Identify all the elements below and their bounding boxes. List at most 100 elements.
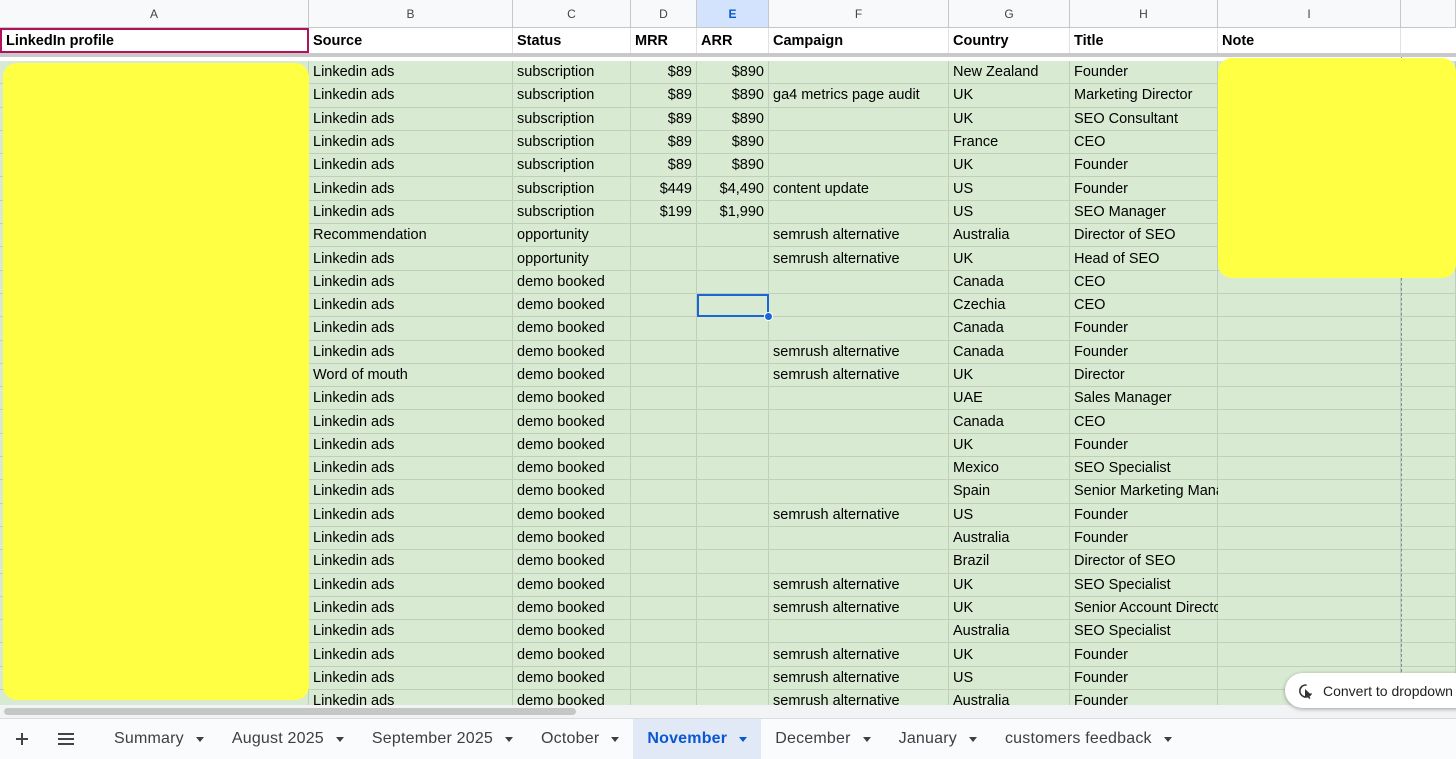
- table-cell[interactable]: Linkedin ads: [309, 270, 513, 294]
- table-cell[interactable]: Linkedin ads: [309, 387, 513, 411]
- table-cell[interactable]: [631, 643, 697, 667]
- table-cell[interactable]: UK: [949, 363, 1070, 388]
- sheet-tab[interactable]: September 2025: [358, 719, 527, 759]
- table-cell[interactable]: [769, 270, 949, 294]
- table-cell[interactable]: demo booked: [513, 480, 631, 504]
- table-cell[interactable]: [1218, 620, 1401, 644]
- table-cell[interactable]: Canada: [949, 410, 1070, 434]
- table-cell[interactable]: subscription: [513, 61, 631, 85]
- table-cell[interactable]: [769, 130, 949, 155]
- table-cell[interactable]: [1218, 293, 1401, 318]
- table-cell[interactable]: SEO Specialist: [1070, 573, 1218, 597]
- table-cell[interactable]: semrush alternative: [769, 666, 949, 691]
- table-cell[interactable]: Spain: [949, 480, 1070, 504]
- table-cell[interactable]: semrush alternative: [769, 596, 949, 621]
- sheet-tab[interactable]: customers feedback: [991, 719, 1186, 759]
- table-cell[interactable]: subscription: [513, 200, 631, 225]
- table-cell[interactable]: [769, 154, 949, 178]
- table-cell[interactable]: semrush alternative: [769, 224, 949, 248]
- table-cell[interactable]: demo booked: [513, 387, 631, 411]
- table-cell[interactable]: [697, 224, 769, 248]
- table-cell[interactable]: subscription: [513, 84, 631, 108]
- table-cell[interactable]: [697, 573, 769, 597]
- table-cell[interactable]: Brazil: [949, 550, 1070, 574]
- table-cell[interactable]: [1401, 643, 1456, 667]
- table-cell[interactable]: [697, 503, 769, 527]
- table-cell[interactable]: [631, 340, 697, 364]
- table-cell[interactable]: subscription: [513, 154, 631, 178]
- table-cell[interactable]: semrush alternative: [769, 247, 949, 271]
- table-cell[interactable]: semrush alternative: [769, 643, 949, 667]
- table-cell[interactable]: [697, 620, 769, 644]
- table-cell[interactable]: [1218, 410, 1401, 434]
- table-cell[interactable]: demo booked: [513, 643, 631, 667]
- table-cell[interactable]: [631, 363, 697, 388]
- table-cell[interactable]: [631, 410, 697, 434]
- table-cell[interactable]: [1401, 340, 1456, 364]
- table-cell[interactable]: $89: [631, 130, 697, 155]
- table-cell[interactable]: Canada: [949, 317, 1070, 341]
- table-cell[interactable]: [769, 200, 949, 225]
- table-cell[interactable]: [631, 550, 697, 574]
- horizontal-scrollbar[interactable]: [0, 705, 1456, 718]
- column-header-h[interactable]: H: [1070, 0, 1218, 28]
- table-cell[interactable]: Australia: [949, 224, 1070, 248]
- table-cell[interactable]: Linkedin ads: [309, 317, 513, 341]
- table-cell[interactable]: [769, 61, 949, 85]
- table-cell[interactable]: [769, 550, 949, 574]
- column-header-c[interactable]: C: [513, 0, 631, 28]
- table-cell[interactable]: [631, 457, 697, 481]
- table-cell[interactable]: [769, 293, 949, 318]
- table-cell[interactable]: [1401, 526, 1456, 551]
- table-cell[interactable]: [1218, 526, 1401, 551]
- table-cell[interactable]: [769, 317, 949, 341]
- table-cell[interactable]: [769, 480, 949, 504]
- table-cell[interactable]: demo booked: [513, 410, 631, 434]
- table-cell[interactable]: Founder: [1070, 317, 1218, 341]
- table-cell[interactable]: [697, 433, 769, 458]
- table-cell[interactable]: Recommendation: [309, 224, 513, 248]
- chevron-down-icon[interactable]: [611, 736, 620, 742]
- table-cell[interactable]: [697, 387, 769, 411]
- table-cell[interactable]: [1218, 550, 1401, 574]
- table-cell[interactable]: $89: [631, 61, 697, 85]
- table-cell[interactable]: SEO Consultant: [1070, 107, 1218, 131]
- table-cell[interactable]: $890: [697, 154, 769, 178]
- table-cell[interactable]: Founder: [1070, 666, 1218, 691]
- table-cell[interactable]: [1218, 433, 1401, 458]
- table-cell[interactable]: [697, 526, 769, 551]
- table-cell[interactable]: $890: [697, 107, 769, 131]
- table-cell[interactable]: Canada: [949, 340, 1070, 364]
- column-header-g[interactable]: G: [949, 0, 1070, 28]
- table-cell[interactable]: [631, 293, 697, 318]
- table-cell[interactable]: opportunity: [513, 247, 631, 271]
- table-cell[interactable]: US: [949, 503, 1070, 527]
- table-cell[interactable]: [697, 550, 769, 574]
- table-cell[interactable]: US: [949, 666, 1070, 691]
- table-cell[interactable]: demo booked: [513, 433, 631, 458]
- chevron-down-icon[interactable]: [862, 736, 871, 742]
- table-cell[interactable]: [1401, 550, 1456, 574]
- table-cell[interactable]: Linkedin ads: [309, 410, 513, 434]
- header-cell[interactable]: ARR: [697, 28, 769, 53]
- header-cell[interactable]: Country: [949, 28, 1070, 53]
- sheet-tab[interactable]: Summary: [100, 719, 218, 759]
- table-cell[interactable]: Linkedin ads: [309, 107, 513, 131]
- sheet-tab[interactable]: January: [885, 719, 991, 759]
- table-cell[interactable]: [769, 433, 949, 458]
- table-cell[interactable]: CEO: [1070, 130, 1218, 155]
- table-cell[interactable]: $449: [631, 177, 697, 201]
- header-cell[interactable]: Title: [1070, 28, 1218, 53]
- table-cell[interactable]: [631, 433, 697, 458]
- table-cell[interactable]: [1218, 480, 1401, 504]
- table-cell[interactable]: [1401, 293, 1456, 318]
- table-cell[interactable]: [631, 480, 697, 504]
- table-cell[interactable]: $89: [631, 107, 697, 131]
- table-cell[interactable]: [697, 596, 769, 621]
- table-cell[interactable]: Linkedin ads: [309, 200, 513, 225]
- table-cell[interactable]: [631, 503, 697, 527]
- table-cell[interactable]: Sales Manager: [1070, 387, 1218, 411]
- header-cell[interactable]: Status: [513, 28, 631, 53]
- table-cell[interactable]: [1218, 503, 1401, 527]
- table-cell[interactable]: UK: [949, 573, 1070, 597]
